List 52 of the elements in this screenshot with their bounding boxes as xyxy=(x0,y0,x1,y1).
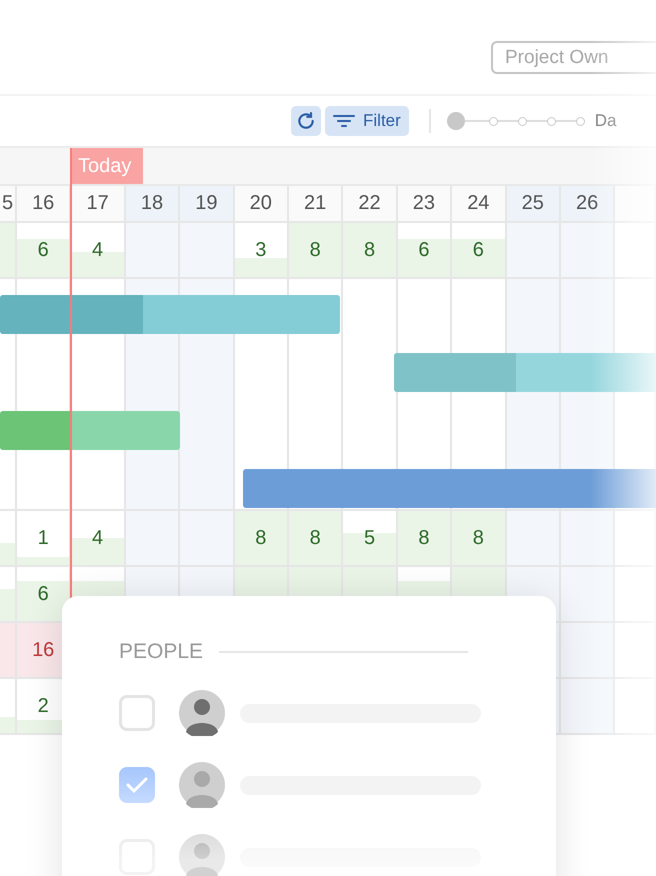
refresh-button[interactable] xyxy=(291,106,321,136)
day-cell xyxy=(126,337,180,395)
filter-icon xyxy=(333,114,355,128)
day-cell xyxy=(560,279,616,337)
hours-value: 5 xyxy=(364,526,376,550)
filter-button[interactable]: Filter xyxy=(325,106,409,136)
hours-value: 1 xyxy=(38,526,49,550)
day-cell xyxy=(560,223,616,279)
hours-value: 8 xyxy=(418,526,430,550)
checkbox[interactable] xyxy=(119,767,155,803)
panel-title: PEOPLE xyxy=(119,640,204,664)
hours-value: 6 xyxy=(418,238,430,262)
day-cell xyxy=(560,395,616,453)
day-header: 5 xyxy=(0,186,17,223)
day-header: 16 xyxy=(17,186,72,223)
day-header: 17 xyxy=(71,186,126,223)
day-cell xyxy=(560,511,616,567)
checkbox[interactable] xyxy=(119,695,155,731)
day-header: 26 xyxy=(560,186,616,223)
day-header: 18 xyxy=(126,186,180,223)
hours-value: 8 xyxy=(255,526,266,550)
day-header: 23 xyxy=(398,186,452,223)
hours-value: 6 xyxy=(38,238,49,262)
day-header: 21 xyxy=(288,186,344,223)
day-cell xyxy=(506,279,561,337)
day-cell xyxy=(180,337,235,395)
day-cell xyxy=(506,395,561,453)
zoom-label: Da xyxy=(594,111,617,131)
hours-value: 8 xyxy=(472,526,484,550)
hours-value: 3 xyxy=(255,238,266,262)
day-cell xyxy=(398,395,452,453)
hours-value: 6 xyxy=(472,238,484,262)
day-cell xyxy=(180,453,235,511)
day-cell xyxy=(126,453,180,511)
day-cell xyxy=(234,337,289,395)
day-header: 25 xyxy=(506,186,561,223)
hours-value: 4 xyxy=(92,526,104,550)
refresh-icon xyxy=(296,111,316,131)
hours-value: 2 xyxy=(38,694,49,718)
check-icon xyxy=(126,777,148,793)
day-header: 20 xyxy=(234,186,289,223)
today-label: Today xyxy=(71,148,143,184)
hours-value: 8 xyxy=(310,526,321,550)
day-cell xyxy=(560,567,616,623)
hours-value: 8 xyxy=(310,238,321,262)
hours-value: 16 xyxy=(32,638,54,662)
day-header: 19 xyxy=(180,186,235,223)
day-header: 24 xyxy=(452,186,507,223)
hours-value: 8 xyxy=(364,238,376,262)
hours-value: 6 xyxy=(38,582,49,606)
hours-value: 4 xyxy=(92,238,104,262)
day-header: 22 xyxy=(343,186,398,223)
